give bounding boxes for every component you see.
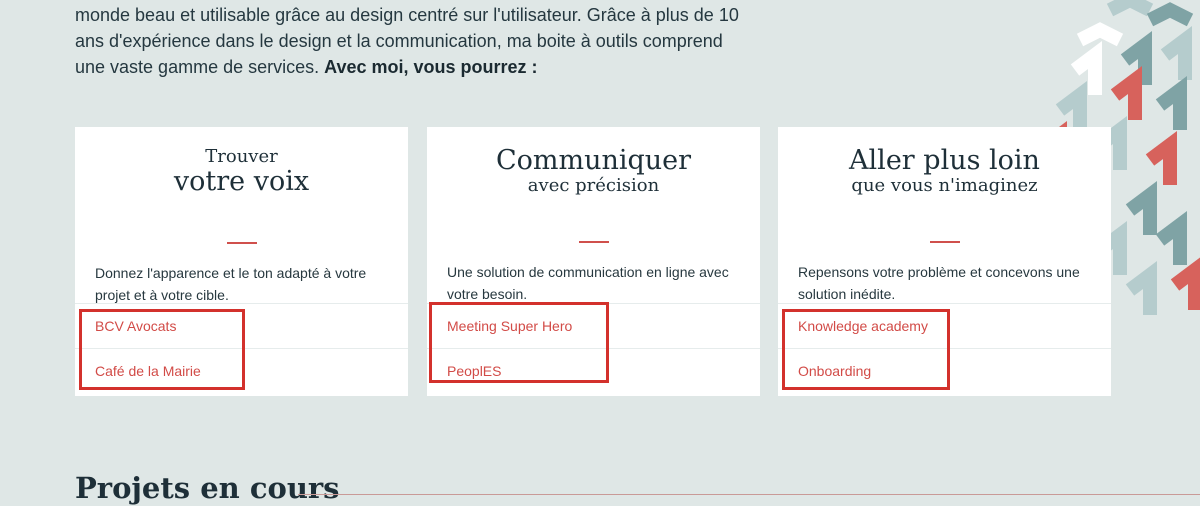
- intro-line-2: ans d'expérience dans le design et la co…: [75, 31, 723, 51]
- section-title: Projets en cours: [75, 471, 340, 505]
- card-title-bottom: que vous n'imaginez: [851, 175, 1038, 196]
- card-title-top: Trouver: [205, 146, 278, 167]
- card-title-top: Aller plus loin: [849, 145, 1040, 176]
- card-title: Trouver votre voix: [75, 127, 408, 242]
- section-divider: [298, 494, 1200, 495]
- card-title: Aller plus loin que vous n'imaginez: [778, 127, 1111, 241]
- card-title-top: Communiquer: [495, 145, 692, 176]
- intro-text: monde beau et utilisable grâce au design…: [75, 2, 765, 80]
- card-title: Communiquer avec précision: [427, 127, 760, 241]
- highlight-box-communiquer: [429, 302, 609, 383]
- intro-bold: Avec moi, vous pourrez :: [324, 57, 538, 77]
- intro-line-3: une vaste gamme de services.: [75, 57, 320, 77]
- highlight-box-aller-plus-loin: [782, 309, 950, 390]
- intro-line-1: monde beau et utilisable grâce au design…: [75, 5, 739, 25]
- card-title-bottom: votre voix: [173, 166, 310, 197]
- card-title-bottom: avec précision: [527, 175, 660, 196]
- highlight-box-voix: [79, 309, 245, 390]
